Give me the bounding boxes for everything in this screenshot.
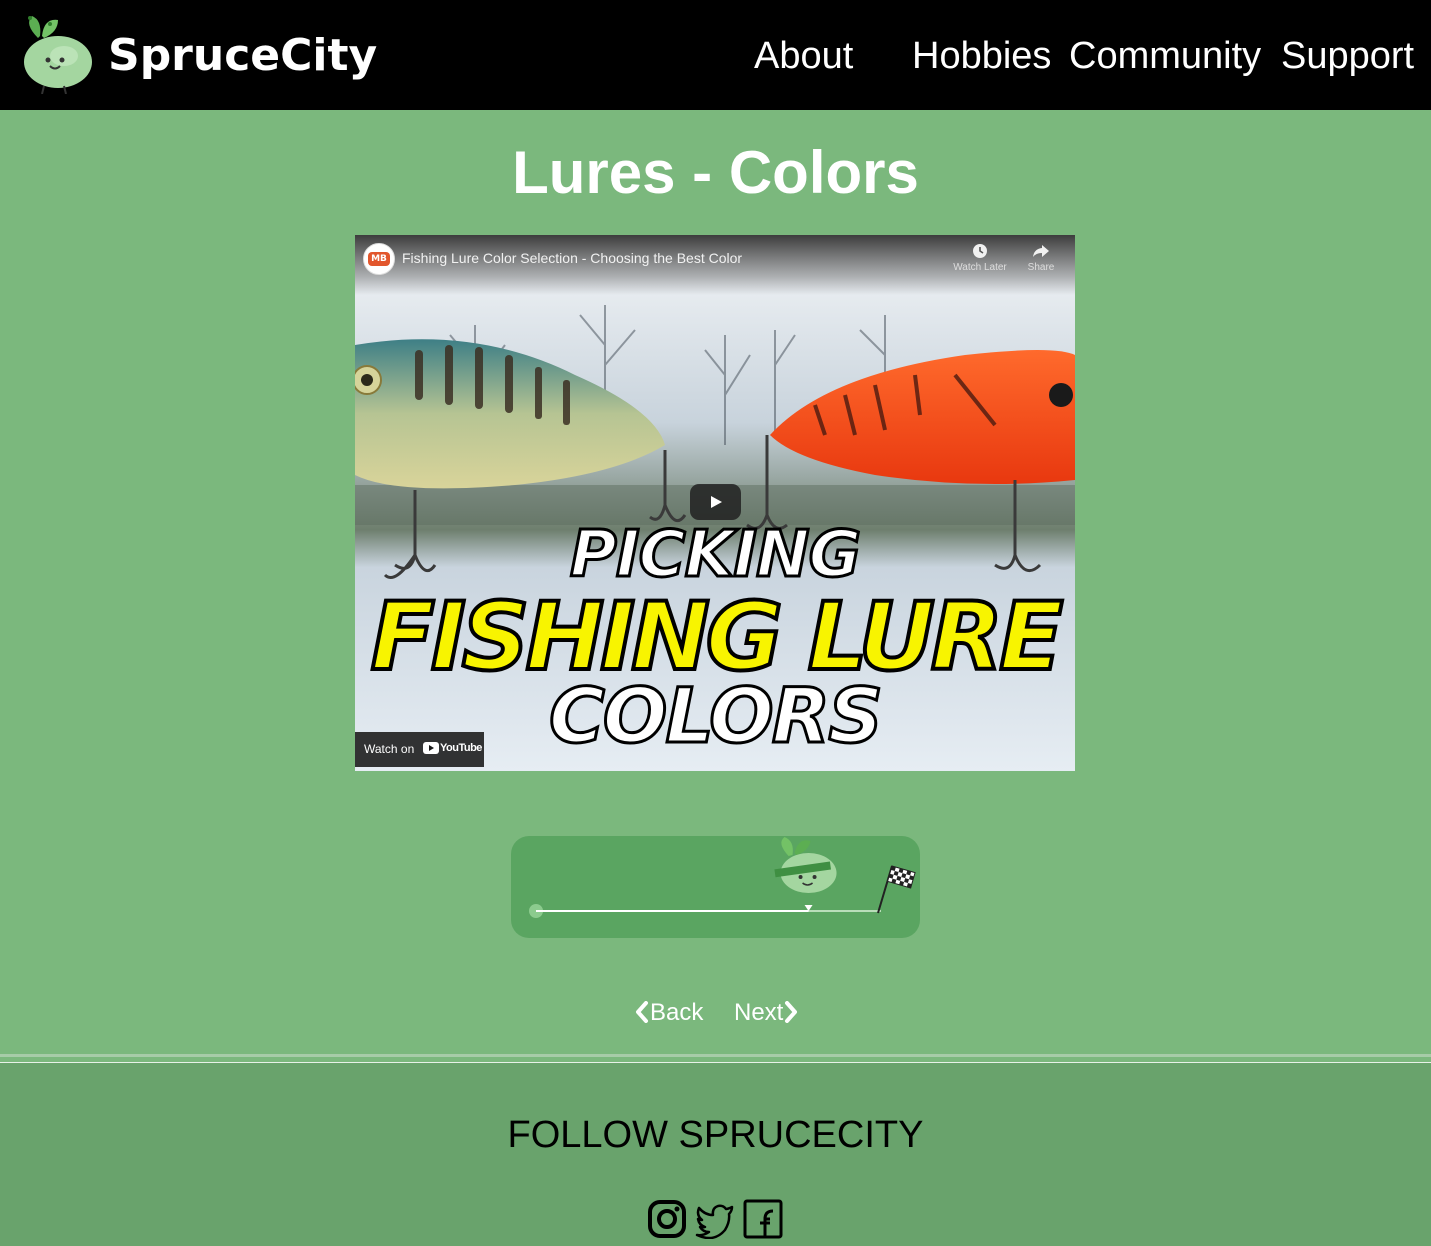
facebook-icon[interactable] [743,1199,783,1244]
site-footer: FOLLOW SPRUCECITY [0,1062,1431,1246]
watch-later-button[interactable]: Watch Later [949,243,1011,273]
back-button[interactable]: Back [634,998,703,1028]
spruce-mascot-logo-icon[interactable] [18,10,96,94]
chevron-left-icon [636,1001,648,1023]
share-button[interactable]: Share [1019,243,1063,273]
nav-support[interactable]: Support [1281,34,1414,78]
finish-flag-icon [877,865,916,914]
nav-community[interactable]: Community [1069,34,1261,78]
video-title-link[interactable]: Fishing Lure Color Selection - Choosing … [402,250,742,266]
page-title: Lures - Colors [512,139,919,206]
lesson-progress-tracker [511,836,920,938]
thumbnail-text-picking: PICKING [568,517,862,594]
youtube-logo-icon [423,742,439,754]
nav-about[interactable]: About [754,34,853,78]
progress-mascot-icon [774,837,837,911]
clock-icon [973,244,987,258]
share-arrow-icon [1033,245,1049,257]
channel-avatar[interactable]: MB [363,243,395,275]
watch-on-youtube-button[interactable]: Watch on YouTube [355,732,484,767]
twitter-icon[interactable] [694,1199,736,1244]
chevron-right-icon [785,1001,798,1023]
next-button[interactable]: Next [734,998,799,1028]
footer-divider [0,1054,1431,1057]
youtube-video-embed[interactable]: MB Fishing Lure Color Selection - Choosi… [355,235,1075,771]
site-header: SpruceCity About Hobbies Community Suppo… [0,0,1431,110]
instagram-icon[interactable] [647,1199,687,1244]
brand-name[interactable]: SpruceCity [108,30,377,82]
follow-heading: FOLLOW SPRUCECITY [507,1114,924,1156]
nav-hobbies[interactable]: Hobbies [912,34,1051,78]
play-button[interactable] [690,484,741,520]
play-icon [711,496,722,508]
